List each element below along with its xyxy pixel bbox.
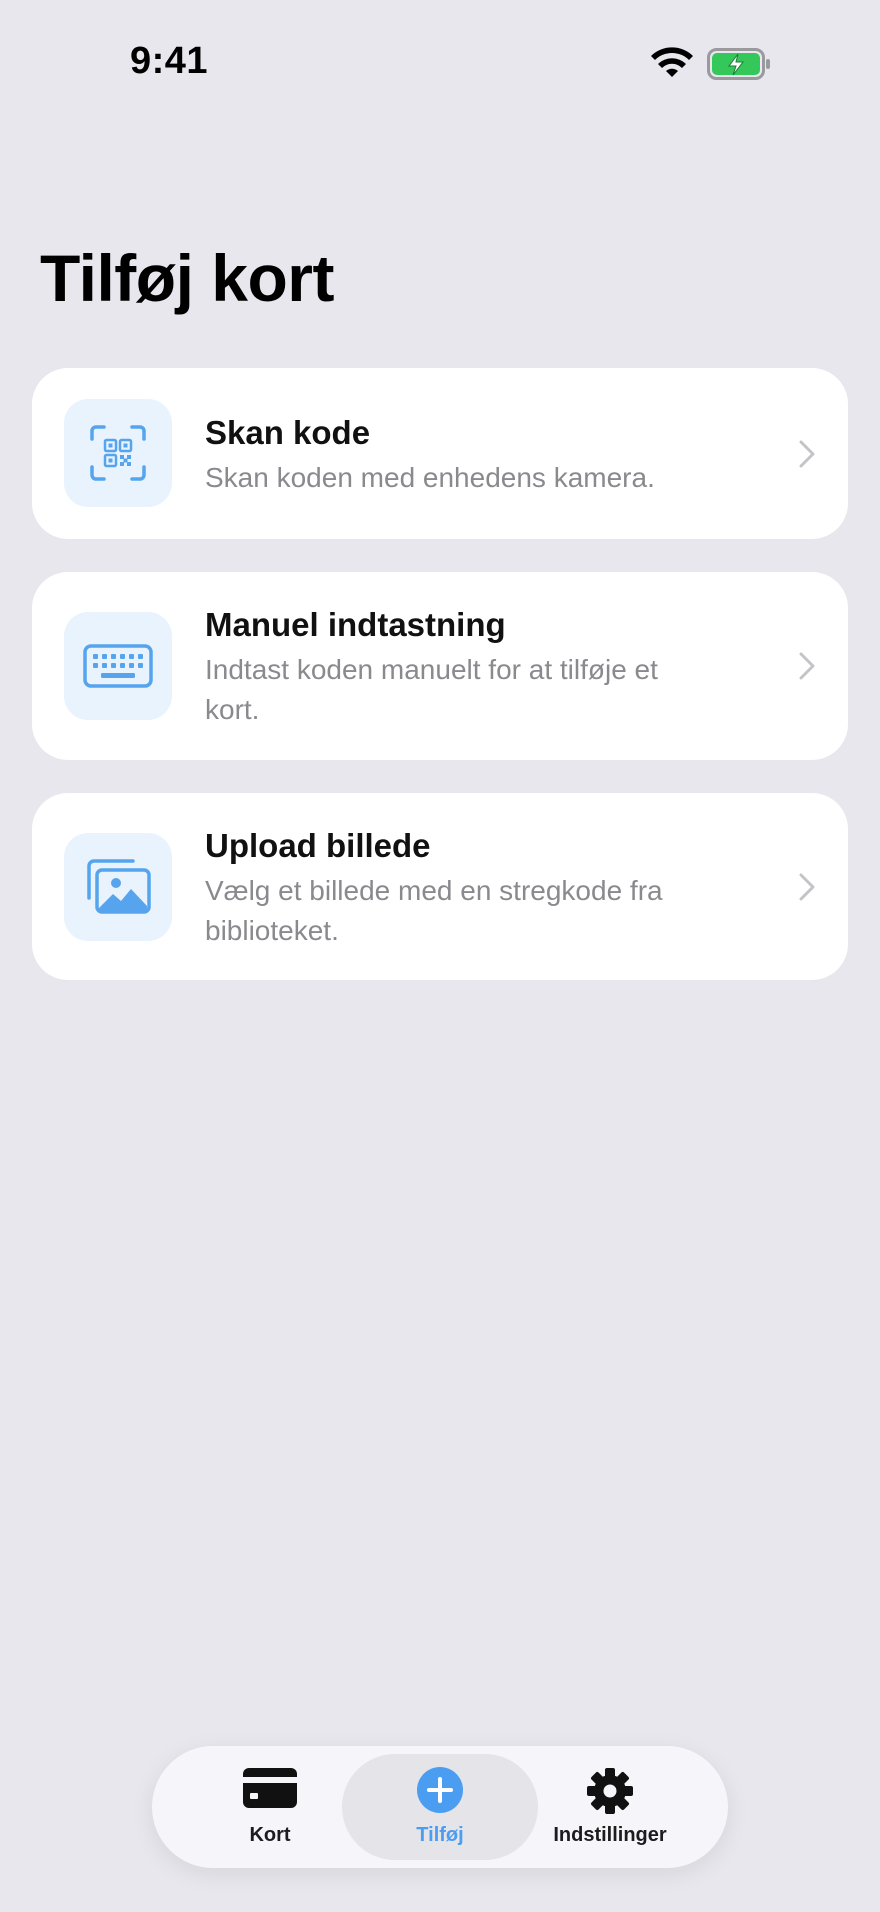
tab-label: Indstillinger: [553, 1824, 667, 1846]
option-title: Upload billede: [205, 827, 431, 864]
add-card-screen: 9:41 Tilføj kort Skan kode Skan koden me…: [0, 0, 880, 1912]
chevron-right-icon: [799, 873, 815, 901]
option-title: Skan kode: [205, 414, 371, 451]
tab-label: Kort: [249, 1824, 291, 1846]
tab-label: Tilføj: [416, 1824, 464, 1846]
upload-image-option[interactable]: Upload billede Vælg et billede med en st…: [32, 793, 848, 980]
tab-bar: Kort Tilføj Indstillinger: [152, 1746, 728, 1868]
tab-cards[interactable]: Kort: [172, 1754, 368, 1860]
plus-circle-icon: [417, 1767, 463, 1813]
status-bar: 9:41: [0, 0, 880, 130]
photo-library-icon: [87, 859, 151, 914]
status-time: 9:41: [130, 40, 209, 82]
option-description: Indtast koden manuelt for at tilføje et …: [205, 654, 658, 725]
chevron-right-icon: [799, 440, 815, 468]
manual-entry-option[interactable]: Manuel indtastning Indtast koden manuelt…: [32, 572, 848, 760]
chevron-right-icon: [799, 652, 815, 680]
option-description: Skan koden med enhedens kamera.: [205, 462, 655, 493]
tab-settings[interactable]: Indstillinger: [512, 1754, 708, 1860]
manual-entry-icon-tile: [64, 612, 172, 720]
upload-image-icon-tile: [64, 833, 172, 941]
scan-code-icon-tile: [64, 399, 172, 507]
battery-charging-icon: [707, 48, 770, 80]
scan-code-option[interactable]: Skan kode Skan koden med enhedens kamera…: [32, 368, 848, 539]
gear-icon: [587, 1768, 633, 1814]
option-description: Vælg et billede med en stregkode fra bib…: [205, 875, 663, 946]
tab-add[interactable]: Tilføj: [342, 1754, 538, 1860]
qr-scan-icon: [90, 425, 146, 481]
wifi-icon: [651, 47, 693, 77]
card-icon: [243, 1768, 297, 1808]
option-title: Manuel indtastning: [205, 606, 506, 643]
keyboard-icon: [83, 644, 153, 688]
page-title: Tilføj kort: [40, 241, 334, 315]
